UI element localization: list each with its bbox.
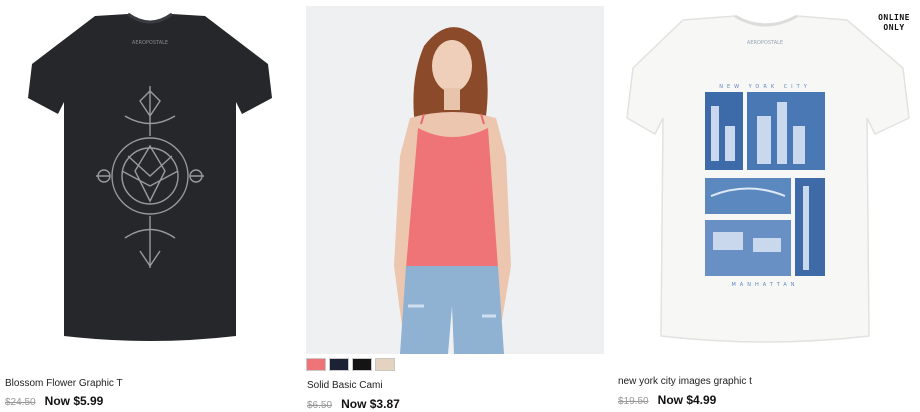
original-price: $19.50 [618, 396, 649, 407]
badge-line-1: ONLINE [878, 13, 910, 22]
color-swatches [306, 358, 395, 371]
badge-line-2: ONLY [883, 23, 905, 32]
black-tshirt-icon: AEROPOSTALE [28, 12, 272, 341]
svg-text:MANHATTAN: MANHATTAN [731, 282, 798, 288]
product-price: $24.50 Now $5.99 [5, 394, 103, 408]
svg-text:NEW YORK CITY: NEW YORK CITY [719, 84, 811, 90]
svg-text:AEROPOSTALE: AEROPOSTALE [747, 40, 783, 46]
product-price: $19.50 Now $4.99 [618, 393, 716, 407]
sale-price: Now $4.99 [657, 393, 717, 407]
product-name[interactable]: Solid Basic Cami [307, 380, 383, 391]
color-swatch-beige[interactable] [375, 358, 395, 371]
sale-price: Now $5.99 [44, 394, 104, 408]
color-swatch-navy[interactable] [329, 358, 349, 371]
color-swatch-coral[interactable] [306, 358, 326, 371]
product-price: $6.50 Now $3.87 [307, 397, 400, 411]
product-grid: AEROPOSTALE Blossom Flower Graphic T $24… [0, 0, 920, 412]
product-name[interactable]: new york city images graphic t [618, 376, 752, 387]
svg-text:AEROPOSTALE: AEROPOSTALE [132, 40, 168, 46]
product-image[interactable]: AEROPOSTALE NEW YORK CITY MANHATTAN ONLI… [613, 6, 920, 354]
original-price: $6.50 [307, 400, 333, 411]
original-price: $24.50 [5, 397, 36, 408]
white-tshirt-icon: AEROPOSTALE NEW YORK CITY MANHATTAN [626, 14, 910, 343]
online-only-badge: ONLINE ONLY [878, 13, 910, 33]
color-swatch-black[interactable] [352, 358, 372, 371]
product-image[interactable]: AEROPOSTALE [0, 6, 300, 354]
product-name[interactable]: Blossom Flower Graphic T [5, 378, 123, 389]
model-cami-icon [394, 27, 511, 354]
product-image[interactable] [306, 6, 604, 354]
sale-price: Now $3.87 [341, 397, 400, 411]
